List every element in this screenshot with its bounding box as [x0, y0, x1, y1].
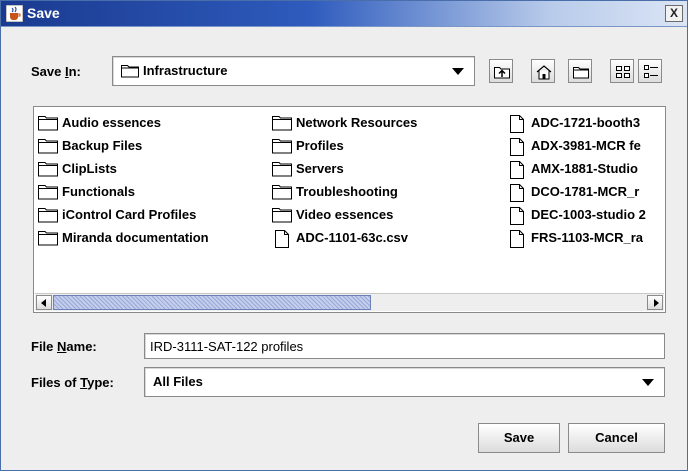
folder-icon: [272, 138, 292, 157]
home-button[interactable]: [531, 59, 555, 83]
folder-icon: [38, 184, 58, 203]
save-in-dropdown[interactable]: Infrastructure: [112, 56, 475, 86]
file-list-item-label: ADC-1101-63c.csv: [296, 230, 409, 245]
file-list-item-label: Audio essences: [62, 115, 161, 130]
details-view-icon: [644, 65, 658, 78]
save-in-value: Infrastructure: [143, 63, 228, 78]
file-list-item-label: ADC-1721-booth3: [531, 115, 641, 130]
details-view-button[interactable]: [638, 59, 662, 83]
file-list[interactable]: Audio essences Backup Files ClipLists Funct…: [33, 106, 666, 313]
folder-icon: [121, 65, 139, 78]
file-list-item-label: ADX-3981-MCR fe: [531, 138, 641, 153]
new-folder-icon: [573, 67, 589, 79]
save-in-label: Save In:: [31, 64, 81, 79]
cancel-button[interactable]: Cancel: [568, 423, 665, 453]
arrow-left-icon: [41, 299, 46, 307]
file-type-dropdown[interactable]: All Files: [144, 367, 665, 397]
file-list-item-label: Profiles: [296, 138, 344, 153]
folder-icon: [38, 115, 58, 134]
file-icon: [507, 115, 527, 136]
file-icon: [272, 230, 292, 251]
folder-icon: [38, 138, 58, 157]
file-name-input[interactable]: IRD-3111-SAT-122 profiles: [144, 333, 665, 359]
file-list-item-label: Functionals: [62, 184, 135, 199]
file-list-item-label: Servers: [296, 161, 344, 176]
save-button[interactable]: Save: [478, 423, 560, 453]
java-cup-icon: [6, 5, 23, 22]
folder-icon: [272, 115, 292, 134]
file-name-label: File Name:: [31, 339, 97, 354]
file-list-item-label: iControl Card Profiles: [62, 207, 197, 222]
file-name-value: IRD-3111-SAT-122 profiles: [150, 339, 304, 354]
close-button[interactable]: X: [665, 5, 683, 22]
folder-icon: [38, 230, 58, 249]
file-list-item-label: Backup Files: [62, 138, 143, 153]
folder-icon: [38, 207, 58, 226]
file-icon: [507, 138, 527, 159]
chevron-down-icon: [452, 68, 464, 75]
file-list-item-label: Network Resources: [296, 115, 418, 130]
list-view-icon: [616, 66, 630, 78]
file-list-item-label: DCO-1781-MCR_r: [531, 184, 640, 199]
arrow-right-icon: [654, 299, 659, 307]
scrollbar-thumb[interactable]: [53, 295, 371, 310]
title-bar[interactable]: Save X: [1, 1, 687, 27]
file-list-item-label: Miranda documentation: [62, 230, 209, 245]
file-icon: [507, 161, 527, 182]
new-folder-button[interactable]: [568, 59, 592, 83]
home-icon: [536, 65, 552, 80]
file-icon: [507, 230, 527, 251]
folder-up-icon: [494, 67, 510, 79]
file-list-item-label: DEC-1003-studio 2: [531, 207, 646, 222]
file-type-value: All Files: [153, 374, 203, 389]
folder-icon: [272, 161, 292, 180]
window-title: Save: [27, 5, 60, 21]
up-one-level-button[interactable]: [489, 59, 513, 83]
list-view-button[interactable]: [610, 59, 634, 83]
file-list-item-label: ClipLists: [62, 161, 117, 176]
file-list-item-label: AMX-1881-Studio: [531, 161, 638, 176]
folder-icon: [272, 184, 292, 203]
file-list-item-label: Video essences: [296, 207, 394, 222]
chevron-down-icon: [642, 379, 654, 386]
scroll-right-button[interactable]: [647, 295, 663, 310]
folder-icon: [272, 207, 292, 226]
horizontal-scrollbar[interactable]: [35, 293, 664, 311]
folder-icon: [38, 161, 58, 180]
file-list-item-label: Troubleshooting: [296, 184, 398, 199]
scroll-left-button[interactable]: [36, 295, 52, 310]
file-icon: [507, 207, 527, 228]
file-icon: [507, 184, 527, 205]
save-dialog: Save X Save In: Infrastructure Audio ess…: [0, 0, 688, 471]
file-type-label: Files of Type:: [31, 375, 114, 390]
file-list-item-label: FRS-1103-MCR_ra: [531, 230, 643, 245]
